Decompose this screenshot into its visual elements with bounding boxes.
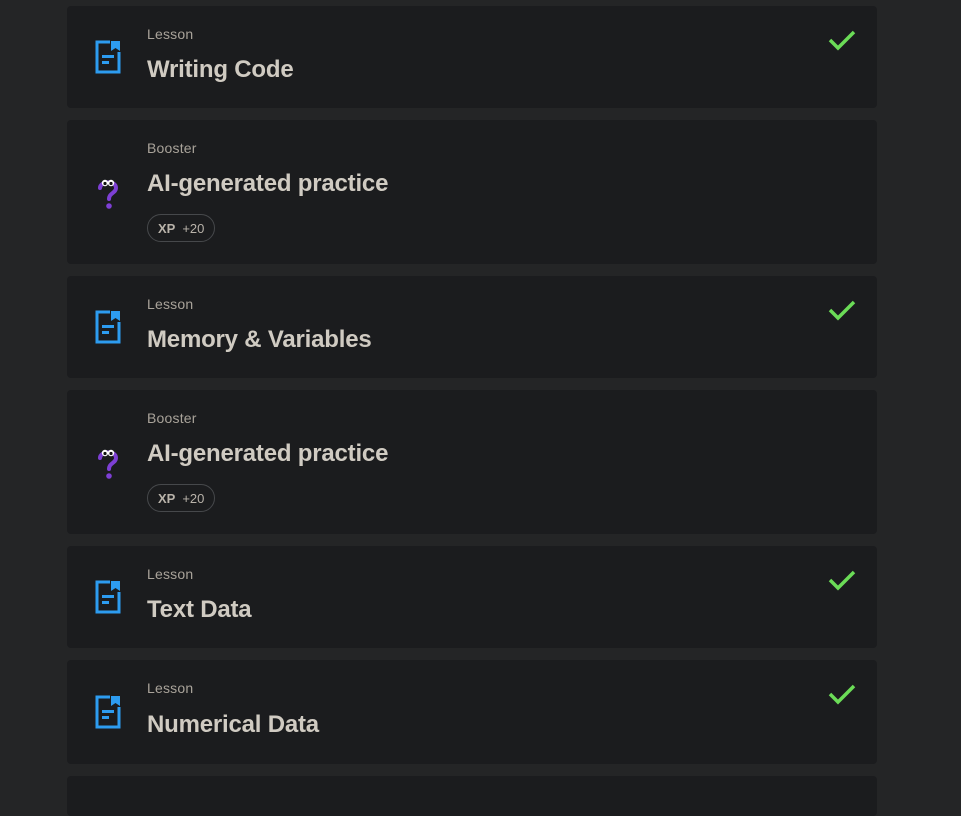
checkmark-icon (828, 300, 856, 321)
xp-label: XP (158, 220, 176, 236)
checkmark-icon (828, 684, 856, 705)
item-type-label: Lesson (147, 566, 194, 582)
xp-value: +20 (182, 490, 205, 506)
lesson-document-icon (95, 40, 121, 74)
list-item-numerical-data[interactable]: Lesson Numerical Data (67, 660, 877, 764)
item-title: Memory & Variables (147, 326, 372, 353)
item-type-label: Booster (147, 140, 197, 156)
list-item-writing-code[interactable]: Lesson Writing Code (67, 6, 877, 108)
item-title: AI-generated practice (147, 440, 389, 467)
booster-question-icon (98, 179, 119, 209)
xp-value: +20 (182, 220, 205, 236)
booster-question-icon (98, 449, 119, 479)
item-title: Writing Code (147, 56, 294, 83)
list-item-partial[interactable] (67, 776, 877, 816)
lesson-document-icon (95, 310, 121, 344)
xp-label: XP (158, 490, 176, 506)
xp-reward-badge: XP +20 (147, 484, 216, 512)
item-title: Text Data (147, 596, 252, 623)
checkmark-icon (828, 30, 856, 51)
list-item-text-data[interactable]: Lesson Text Data (67, 546, 877, 648)
list-item-memory-variables[interactable]: Lesson Memory & Variables (67, 276, 877, 378)
checkmark-icon (828, 570, 856, 591)
item-title: Numerical Data (147, 711, 319, 738)
xp-reward-badge: XP +20 (147, 214, 216, 242)
item-type-label: Lesson (147, 296, 194, 312)
item-type-label: Booster (147, 410, 197, 426)
list-item-ai-practice[interactable]: Booster AI-generated practice XP +20 (67, 390, 877, 534)
item-title: AI-generated practice (147, 170, 389, 197)
list-item-ai-practice[interactable]: Booster AI-generated practice XP +20 (67, 120, 877, 264)
lesson-document-icon (95, 695, 121, 729)
item-type-label: Lesson (147, 26, 194, 42)
lesson-document-icon (95, 580, 121, 614)
item-type-label: Lesson (147, 680, 194, 696)
